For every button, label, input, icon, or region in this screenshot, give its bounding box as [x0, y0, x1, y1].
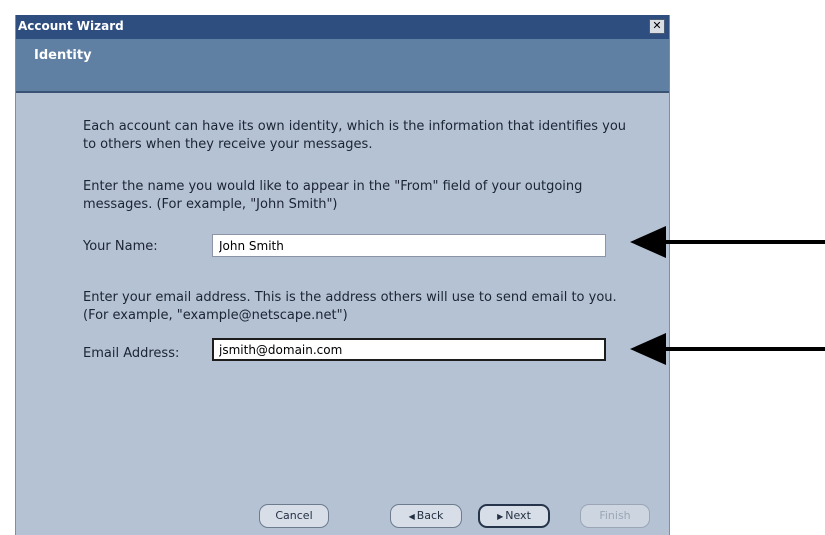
back-button[interactable]: ◀ Back — [390, 504, 462, 528]
name-instructions: Enter the name you would like to appear … — [83, 179, 583, 212]
titlebar[interactable]: Account Wizard ✕ — [16, 15, 669, 39]
your-name-label: Your Name: — [83, 239, 158, 254]
close-button[interactable]: ✕ — [649, 19, 665, 34]
close-icon: ✕ — [652, 19, 662, 32]
next-button[interactable]: ▶ Next — [478, 504, 550, 528]
finish-button-label: Finish — [599, 509, 631, 522]
cancel-button[interactable]: Cancel — [259, 504, 329, 528]
annotation-arrow-email — [630, 333, 825, 365]
next-arrow-icon: ▶ — [497, 512, 504, 521]
page-header: Identity — [16, 39, 669, 93]
annotation-arrow-name — [630, 226, 825, 258]
email-instructions: Enter your email address. This is the ad… — [83, 290, 617, 323]
page-title: Identity — [34, 48, 92, 63]
your-name-input[interactable] — [212, 234, 606, 257]
email-address-label: Email Address: — [83, 346, 180, 361]
back-button-label: Back — [416, 509, 444, 522]
back-arrow-icon: ◀ — [408, 512, 415, 521]
next-button-label: Next — [505, 509, 531, 522]
account-wizard-window: Account Wizard ✕ Identity Each account c… — [15, 15, 670, 535]
finish-button: Finish — [580, 504, 650, 528]
cancel-button-label: Cancel — [275, 509, 313, 522]
intro-text: Each account can have its own identity, … — [83, 119, 627, 152]
email-address-input[interactable] — [212, 338, 606, 361]
window-title: Account Wizard — [18, 19, 124, 33]
